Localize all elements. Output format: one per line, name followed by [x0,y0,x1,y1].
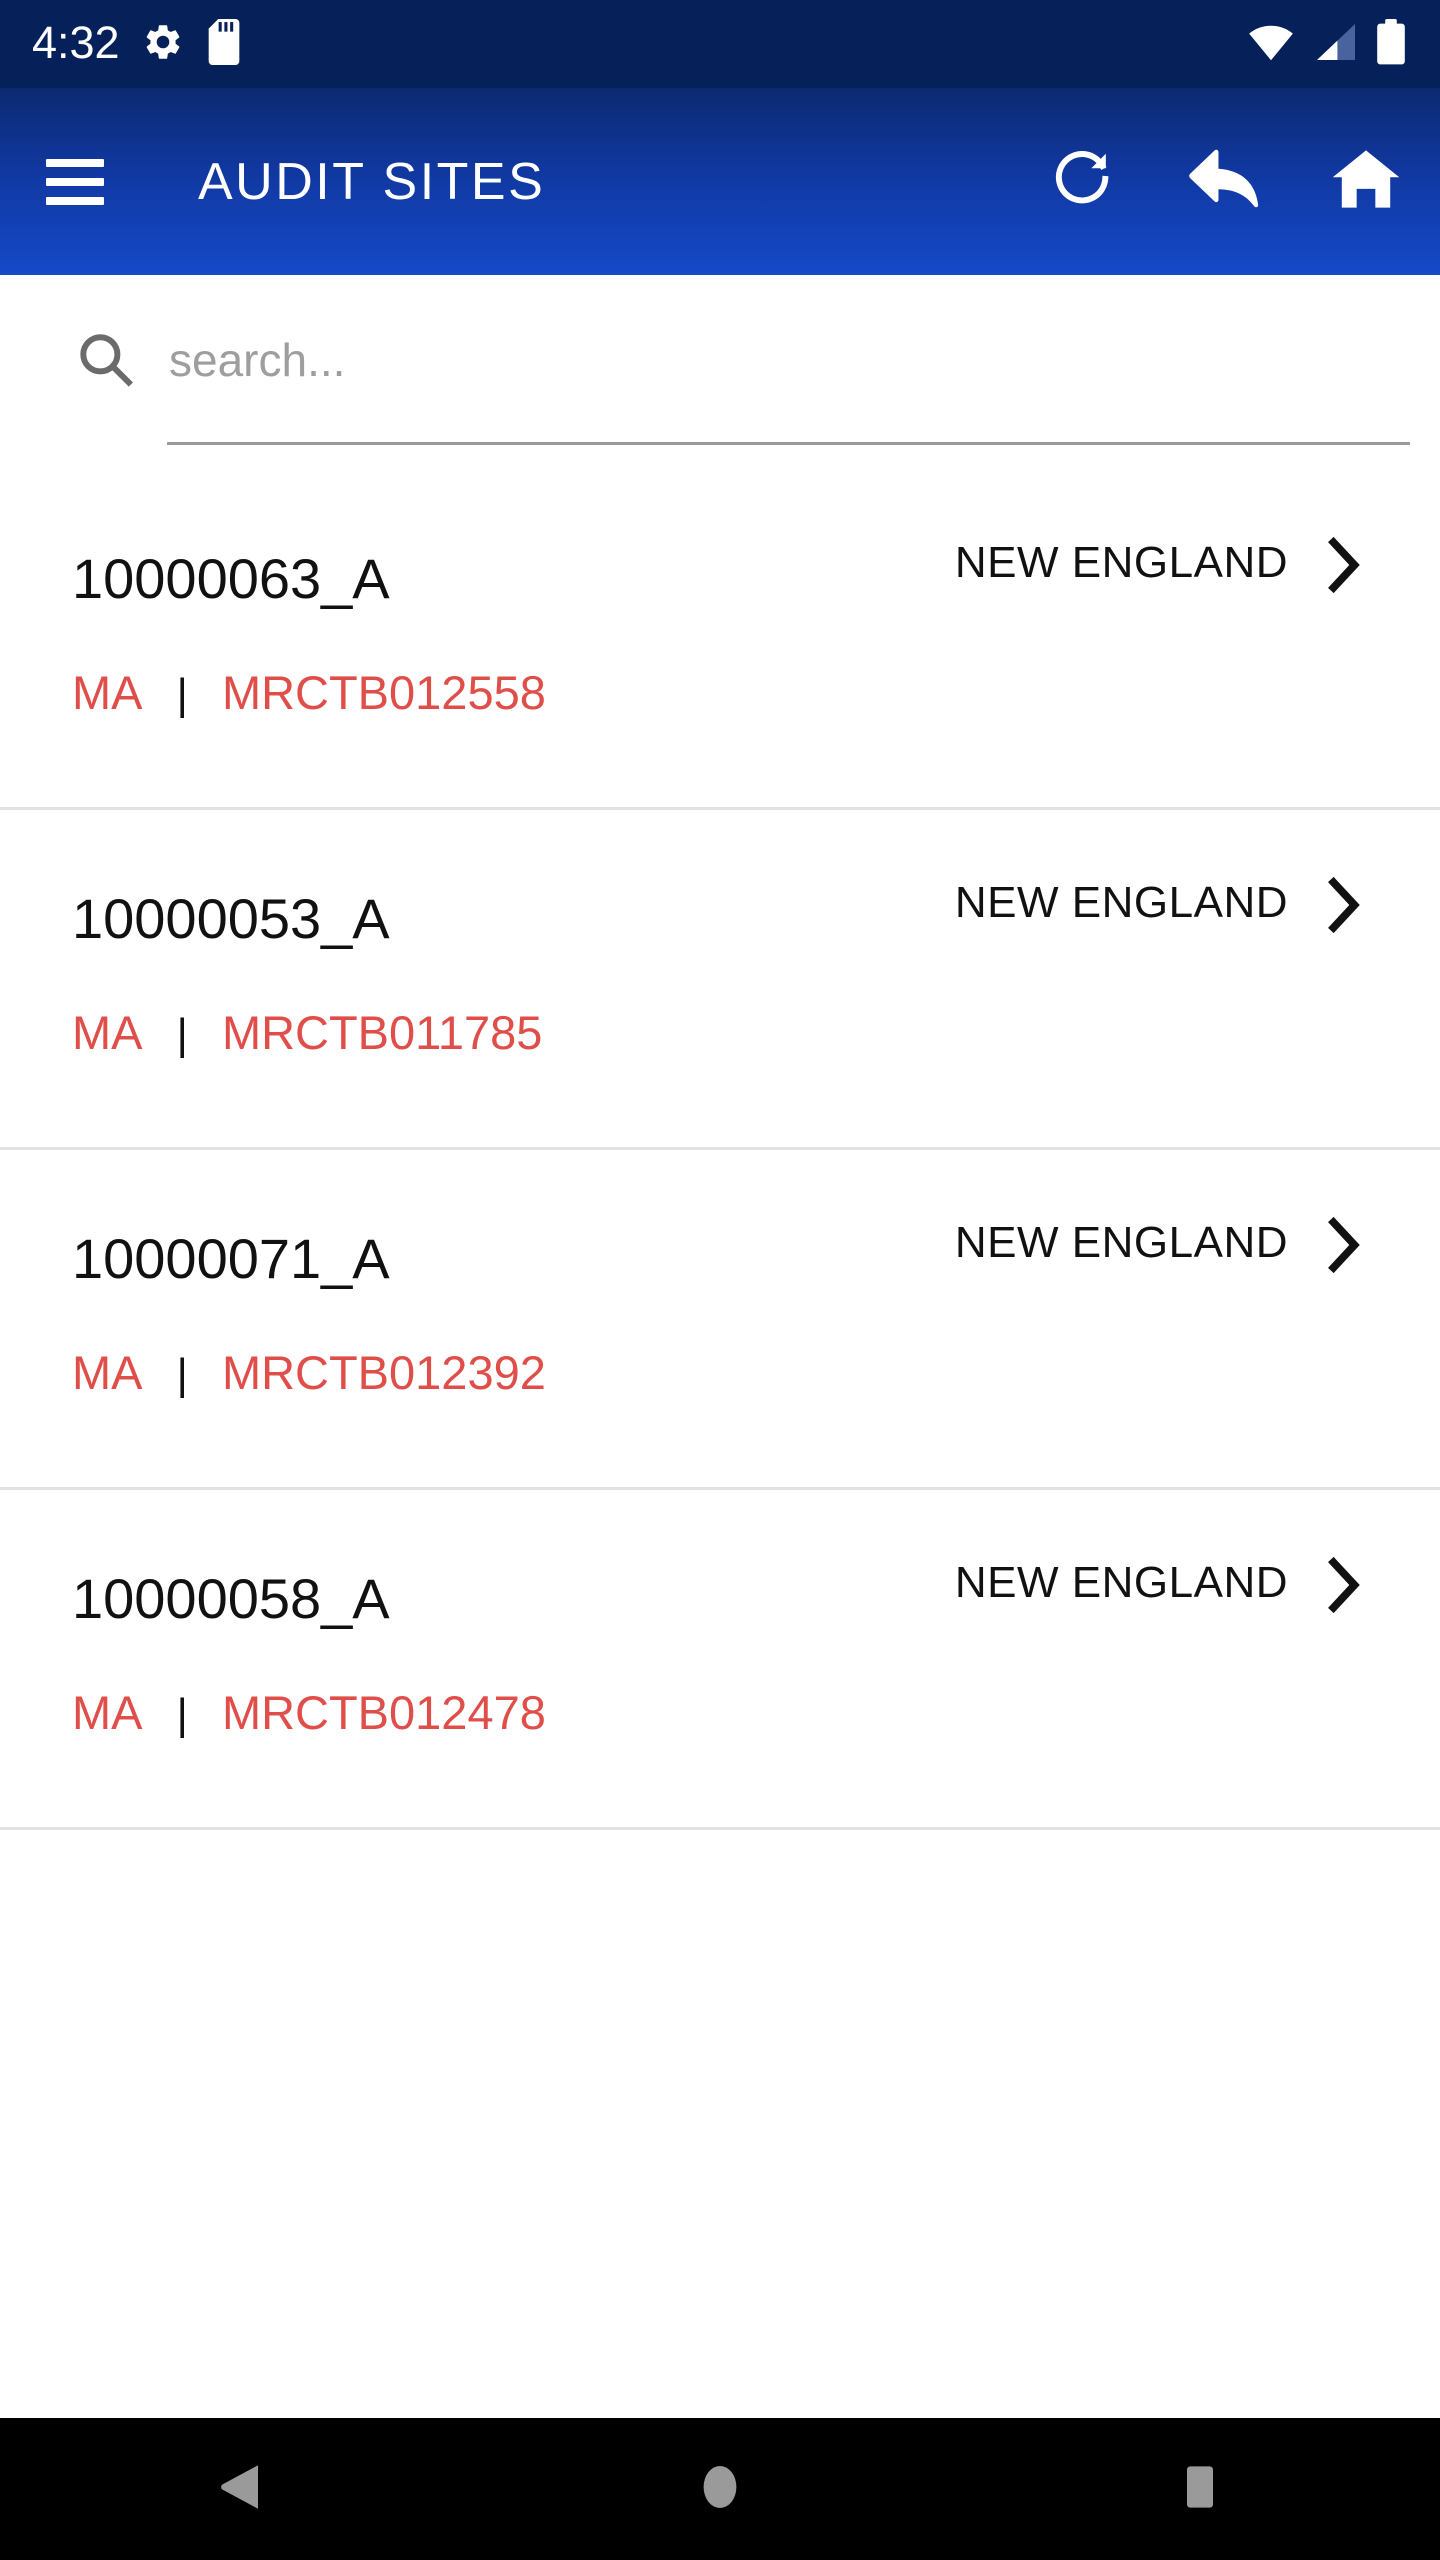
meta-separator: | [176,1010,188,1059]
status-bar-left: 4:32 [32,17,242,70]
android-recents-button[interactable] [1125,2418,1275,2560]
app-bar-actions [1044,144,1404,220]
android-navigation-bar [0,2418,1440,2560]
refresh-button[interactable] [1044,144,1120,220]
site-region: NEW ENGLAND [954,878,1288,927]
site-meta: MA | MRCTB011785 [72,1005,542,1060]
site-code: MRCTB012478 [221,1686,546,1739]
site-state: MA [72,1346,143,1399]
back-button[interactable] [1186,144,1262,220]
phone-screen: 4:32 AUDIT SITES search... 10000063_A MA… [0,0,1440,2560]
search-input[interactable] [169,334,1412,386]
home-icon [1331,146,1401,217]
site-state: MA [72,1686,143,1739]
wifi-icon [1248,22,1294,67]
site-id: 10000063_A [72,547,390,610]
site-region: NEW ENGLAND [954,538,1288,587]
list-item[interactable]: 10000058_A MA | MRCTB012478 NEW ENGLAND [0,1490,1440,1830]
search-bar [0,275,1440,445]
sd-card-icon [206,18,242,70]
search-icon[interactable] [70,325,140,395]
site-state: MA [72,666,143,719]
gear-icon [142,21,184,68]
meta-separator: | [176,1690,188,1739]
circle-home-icon [698,2462,742,2517]
search-underline [167,442,1410,445]
site-code: MRCTB011785 [221,1006,543,1059]
status-bar-right [1248,18,1406,70]
android-home-button[interactable] [645,2418,795,2560]
chevron-right-icon[interactable] [1318,1214,1370,1276]
page-title: AUDIT SITES [198,152,546,211]
audit-sites-list: 10000063_A MA | MRCTB012558 NEW ENGLAND … [0,470,1440,1830]
site-id: 10000071_A [72,1227,390,1290]
list-item[interactable]: 10000053_A MA | MRCTB011785 NEW ENGLAND [0,810,1440,1150]
home-button[interactable] [1328,144,1404,220]
list-item[interactable]: 10000071_A MA | MRCTB012392 NEW ENGLAND [0,1150,1440,1490]
status-bar-clock: 4:32 [32,17,120,68]
cellular-signal-icon [1313,22,1357,67]
chevron-right-icon[interactable] [1318,874,1370,936]
meta-separator: | [176,670,188,719]
meta-separator: | [176,1350,188,1399]
square-recents-icon [1178,2462,1222,2517]
site-state: MA [72,1006,143,1059]
site-id: 10000053_A [72,887,390,950]
site-id: 10000058_A [72,1567,390,1630]
site-meta: MA | MRCTB012478 [72,1685,546,1740]
site-region: NEW ENGLAND [954,1218,1288,1267]
site-code: MRCTB012392 [221,1346,546,1399]
refresh-icon [1048,145,1116,218]
status-bar: 4:32 [0,0,1440,88]
site-meta: MA | MRCTB012558 [72,665,546,720]
search-field[interactable] [169,275,1412,445]
chevron-right-icon[interactable] [1318,1554,1370,1616]
reply-arrow-icon [1186,144,1262,219]
hamburger-menu-icon[interactable] [46,158,104,205]
site-code: MRCTB012558 [221,666,546,719]
chevron-right-icon[interactable] [1318,534,1370,596]
site-region: NEW ENGLAND [954,1558,1288,1607]
battery-icon [1376,18,1406,70]
app-bar: AUDIT SITES [0,88,1440,275]
triangle-back-icon [218,2462,262,2517]
site-meta: MA | MRCTB012392 [72,1345,546,1400]
android-back-button[interactable] [165,2418,315,2560]
list-item[interactable]: 10000063_A MA | MRCTB012558 NEW ENGLAND [0,470,1440,810]
